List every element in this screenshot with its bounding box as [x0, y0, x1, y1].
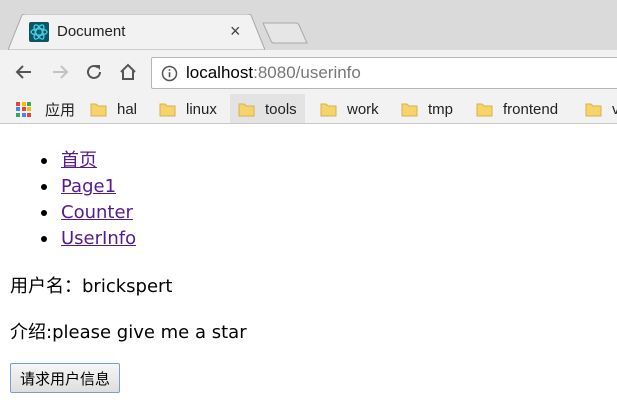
nav-link-home[interactable]: 首页: [61, 150, 97, 171]
bookmark-folder-v[interactable]: v: [585, 94, 617, 123]
apps-shortcut[interactable]: 应用: [16, 94, 76, 123]
home-icon[interactable]: [116, 60, 140, 84]
folder-icon: [238, 103, 255, 116]
list-item: Page1: [40, 174, 136, 200]
folder-icon: [90, 103, 107, 116]
tab-title: Document: [57, 23, 126, 40]
back-arrow-icon[interactable]: [12, 60, 36, 84]
bookmark-folder-work[interactable]: work: [320, 94, 379, 123]
url-path: :8080/userinfo: [253, 63, 361, 82]
nav-list: 首页 Page1 Counter UserInfo: [40, 148, 136, 252]
bookmark-label: work: [347, 100, 379, 118]
list-item: UserInfo: [40, 226, 136, 252]
bookmark-folder-tmp[interactable]: tmp: [401, 94, 454, 123]
new-tab-button[interactable]: [262, 22, 308, 49]
folder-icon: [159, 103, 176, 116]
folder-icon: [476, 103, 493, 116]
toolbar: localhost:8080/userinfo: [0, 50, 617, 94]
tab-strip: Document ×: [0, 0, 617, 50]
bookmark-label: tools: [265, 100, 297, 118]
bookmarks-bar: 应用 hal linux tools work tmp frontend v: [0, 94, 617, 124]
info-icon[interactable]: [161, 65, 178, 87]
nav-link-userinfo[interactable]: UserInfo: [61, 228, 136, 249]
forward-arrow-icon[interactable]: [48, 60, 72, 84]
bookmark-folder-linux[interactable]: linux: [159, 94, 217, 123]
favicon-icon: [29, 22, 49, 42]
bookmark-folder-hal[interactable]: hal: [90, 94, 138, 123]
folder-icon: [585, 103, 602, 116]
list-item: 首页: [40, 148, 136, 174]
bookmark-folder-frontend[interactable]: frontend: [476, 94, 559, 123]
tab-document[interactable]: Document ×: [8, 14, 265, 50]
folder-icon: [401, 103, 418, 116]
bookmark-label: frontend: [503, 100, 559, 118]
apps-label: 应用: [45, 101, 76, 119]
address-bar[interactable]: localhost:8080/userinfo: [151, 57, 617, 89]
folder-icon: [320, 103, 337, 116]
bookmark-folder-tools[interactable]: tools: [230, 94, 305, 123]
nav-link-counter[interactable]: Counter: [61, 202, 133, 223]
list-item: Counter: [40, 200, 136, 226]
browser-window: Document × localhost:8080/userinfo 应用 ha…: [0, 0, 617, 403]
bookmark-label: v: [612, 101, 617, 118]
bookmark-label: linux: [186, 100, 217, 118]
tab-close-icon[interactable]: ×: [230, 21, 241, 41]
bookmark-label: tmp: [428, 100, 454, 118]
intro-text: 介绍:please give me a star: [10, 322, 247, 343]
apps-grid-icon: [16, 101, 31, 117]
bookmark-label: hal: [117, 100, 138, 118]
reload-icon[interactable]: [82, 60, 106, 84]
url-host: localhost: [186, 63, 254, 82]
nav-link-page1[interactable]: Page1: [61, 176, 116, 197]
request-userinfo-button[interactable]: 请求用户信息: [10, 363, 121, 393]
username-text: 用户名：brickspert: [10, 276, 173, 297]
url-text: localhost:8080/userinfo: [186, 63, 361, 83]
page-content: 首页 Page1 Counter UserInfo 用户名：brickspert…: [0, 125, 617, 403]
